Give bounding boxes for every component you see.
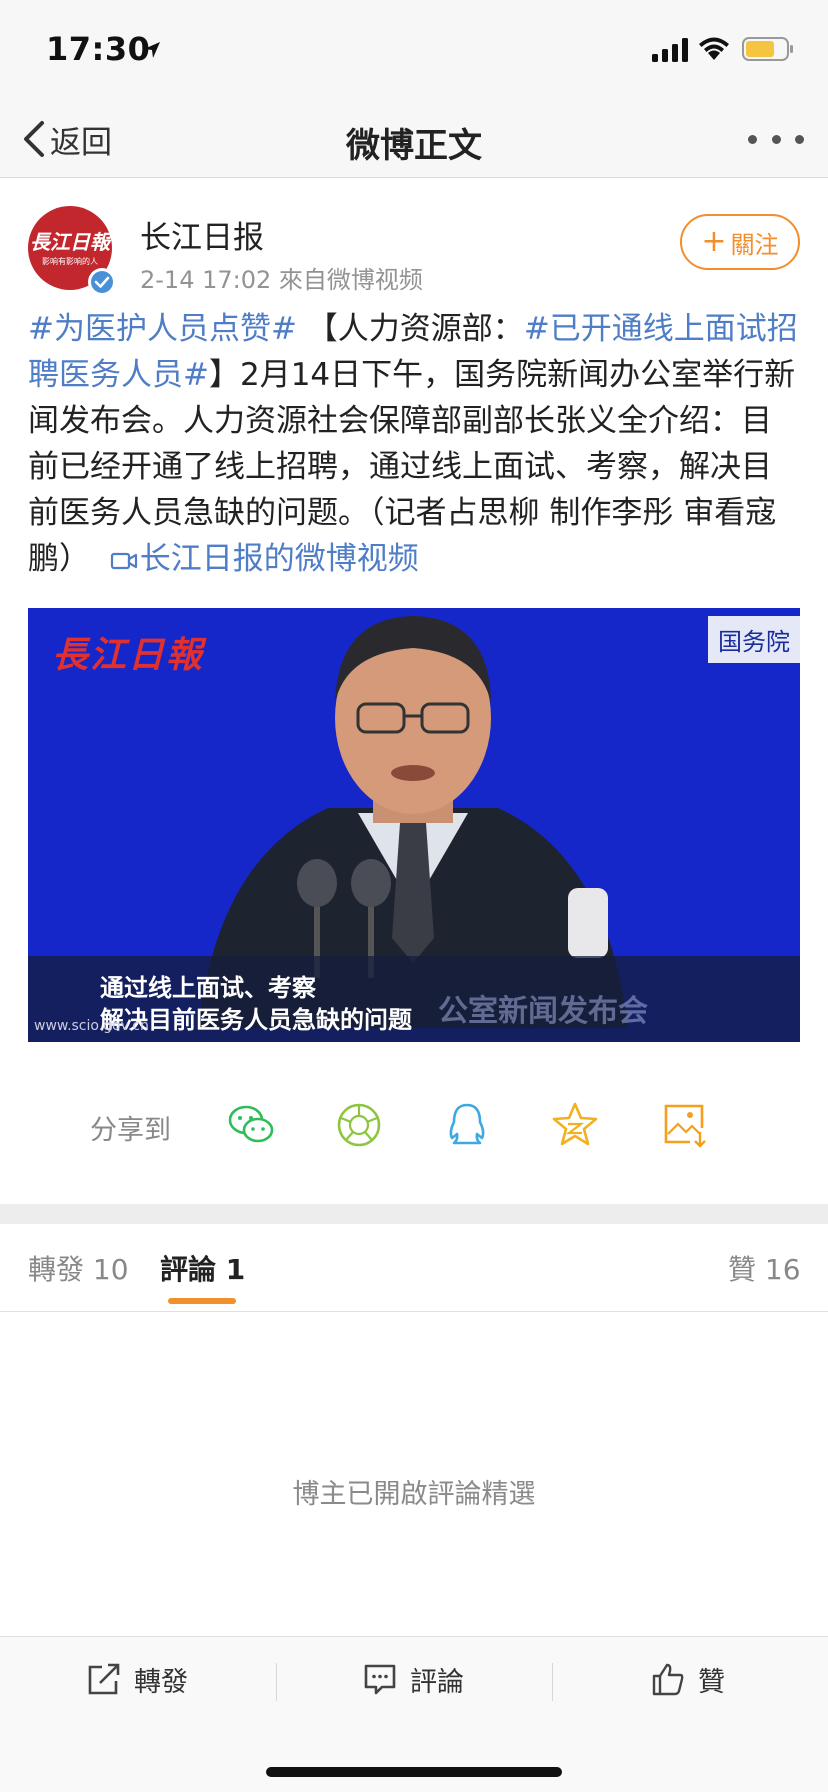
qzone-icon[interactable] xyxy=(550,1100,600,1150)
avatar-logo-subtext: 影响有影响的人 xyxy=(42,257,98,266)
home-indicator[interactable] xyxy=(266,1767,562,1777)
save-image-icon[interactable] xyxy=(660,1100,710,1150)
comments-empty-note: 博主已開啟評論精選 xyxy=(292,1479,536,1510)
active-tab-indicator xyxy=(168,1298,236,1304)
video-badge: 国务院 xyxy=(708,616,800,663)
signal-icon xyxy=(652,38,688,62)
section-divider xyxy=(0,1204,828,1224)
like-label: 贊 xyxy=(698,1666,725,1698)
share-row: 分享到 xyxy=(0,1090,828,1160)
qq-icon[interactable] xyxy=(442,1100,492,1150)
page-title: 微博正文 xyxy=(346,126,482,166)
video-link-label: 长江日报的微博视频 xyxy=(139,541,419,577)
tab-row: 轉發 10 評論 1 贊 16 xyxy=(0,1224,828,1312)
avatar[interactable]: 長江日報 影响有影响的人 xyxy=(28,206,116,296)
bottom-action-bar: 轉發 評論 贊 xyxy=(0,1636,828,1792)
wifi-icon xyxy=(699,37,729,60)
avatar-logo-text: 長江日報 xyxy=(30,230,110,254)
video-camera-icon xyxy=(110,552,137,570)
battery-icon xyxy=(742,37,793,61)
moments-icon[interactable] xyxy=(334,1100,384,1150)
caption-background-text: 公室新闻发布会 xyxy=(438,994,648,1029)
location-arrow-icon xyxy=(144,42,160,58)
plus-icon: + xyxy=(701,224,727,259)
post-text-segment: 【人力资源部： xyxy=(296,311,524,347)
video-watermark-logo: 長江日報 xyxy=(52,634,205,676)
tab-comments[interactable]: 評論 1 xyxy=(160,1248,245,1288)
repost-button[interactable]: 轉發 xyxy=(86,1659,188,1699)
wechat-icon[interactable] xyxy=(226,1100,276,1150)
comment-icon xyxy=(364,1664,396,1695)
video-url-watermark: www.scio.gov.cn xyxy=(34,1018,149,1034)
share-label: 分享到 xyxy=(90,1115,171,1146)
comment-button[interactable]: 評論 xyxy=(362,1659,464,1699)
hashtag-link[interactable]: #为医护人员点赞# xyxy=(28,311,297,347)
video-link[interactable]: 长江日报的微博视频 xyxy=(110,541,419,577)
comment-label: 評論 xyxy=(410,1666,464,1698)
video-caption-line-1: 通过线上面试、考察 xyxy=(100,973,316,1002)
author-row: 長江日報 影响有影响的人 长江日报 2-14 17:02 來自微博视频 + 關注 xyxy=(0,178,828,296)
repost-label: 轉發 xyxy=(134,1666,188,1698)
status-bar: 17:30 xyxy=(0,0,828,100)
post-meta: 2-14 17:02 來自微博视频 xyxy=(140,266,423,294)
verified-icon xyxy=(88,268,116,296)
thumbs-up-icon xyxy=(652,1663,684,1696)
tab-likes[interactable]: 贊 16 xyxy=(728,1248,801,1288)
post-body: #为医护人员点赞# 【人力资源部：#已开通线上面试招聘医务人员#】2月14日下午… xyxy=(28,306,802,582)
follow-label: 關注 xyxy=(730,230,779,259)
video-player[interactable]: 長江日報 国务院 公室新闻发布会 通过线上面试、考察 解决目前医务人员急缺的问题… xyxy=(28,608,800,1042)
repost-icon xyxy=(88,1663,120,1695)
author-name[interactable]: 长江日报 xyxy=(140,212,264,257)
tab-reposts[interactable]: 轉發 10 xyxy=(28,1248,129,1288)
nav-bar: 返回 微博正文 xyxy=(0,100,828,178)
follow-button[interactable]: + 關注 xyxy=(680,214,800,270)
more-dots-icon xyxy=(748,134,757,144)
like-button[interactable]: 贊 xyxy=(650,1659,725,1699)
status-time: 17:30 xyxy=(46,30,151,68)
more-options-button[interactable] xyxy=(748,124,804,154)
